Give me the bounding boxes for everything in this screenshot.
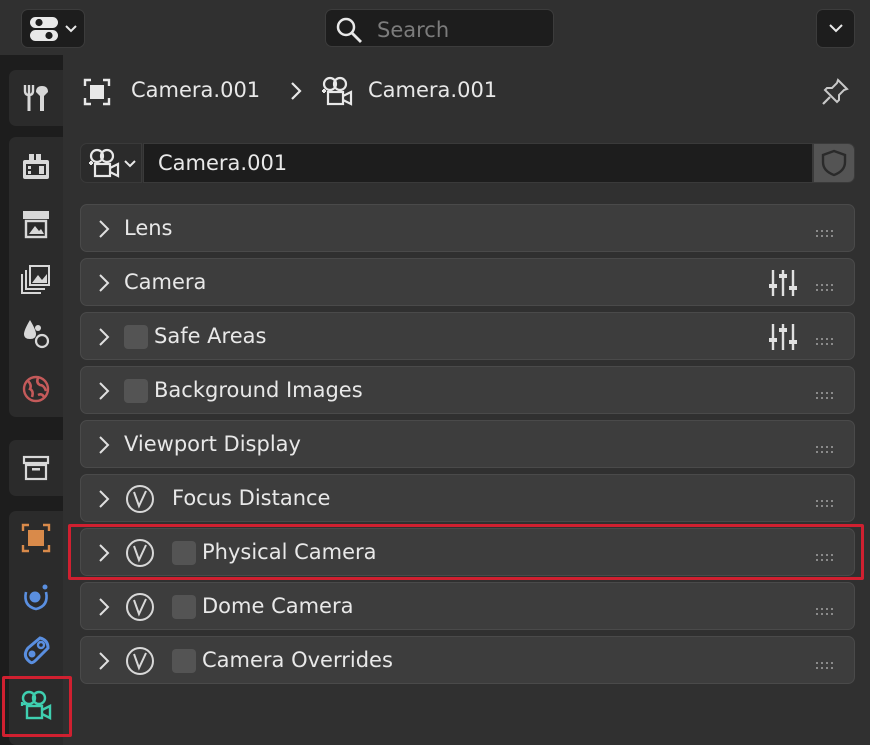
panel-label: Dome Camera	[202, 594, 354, 618]
tab-output[interactable]	[9, 197, 63, 251]
panel-enable-checkbox[interactable]	[124, 325, 148, 349]
properties-tab-sidebar	[0, 55, 63, 745]
tab-object[interactable]	[9, 511, 63, 565]
panel-focus-distance[interactable]: Focus Distance	[80, 474, 855, 522]
camera-data-icon	[322, 76, 353, 106]
chevron-right-icon	[291, 82, 302, 100]
tab-camera-data[interactable]	[9, 679, 63, 733]
physics-icon	[24, 584, 48, 611]
tab-constraints[interactable]	[9, 623, 63, 677]
breadcrumb-object-name: Camera.001	[131, 78, 261, 102]
pin-icon[interactable]	[820, 77, 850, 107]
tab-group-collection	[9, 440, 63, 496]
scene-icon	[24, 320, 50, 349]
panel-label: Viewport Display	[124, 432, 301, 456]
panel-dome-camera[interactable]: Dome Camera	[80, 582, 855, 630]
object-icon	[83, 78, 111, 106]
tab-tool[interactable]	[9, 71, 63, 125]
drag-handle-icon[interactable]	[815, 337, 837, 347]
drag-handle-icon[interactable]	[815, 391, 837, 401]
tab-group-scene	[9, 137, 63, 417]
panel-physical-camera[interactable]: Physical Camera	[80, 528, 855, 576]
object-icon	[21, 523, 51, 553]
panel-enable-checkbox[interactable]	[172, 541, 196, 565]
chevron-right-icon	[99, 544, 110, 562]
camera-data-icon	[20, 690, 52, 720]
panel-lens[interactable]: Lens	[80, 204, 855, 252]
presets-icon[interactable]	[768, 268, 798, 298]
tab-group-object	[9, 511, 63, 745]
chevron-down-icon	[65, 24, 77, 32]
world-icon	[22, 375, 50, 403]
fake-user-toggle[interactable]	[813, 143, 855, 183]
header-bar: Search	[0, 0, 870, 55]
tab-scene[interactable]	[9, 307, 63, 361]
shield-icon	[821, 149, 847, 177]
drag-handle-icon[interactable]	[815, 607, 837, 617]
render-icon	[23, 154, 49, 179]
panel-enable-checkbox[interactable]	[172, 595, 196, 619]
tab-collection[interactable]	[9, 441, 63, 495]
chevron-right-icon	[99, 220, 110, 238]
search-input[interactable]: Search	[325, 9, 554, 47]
panel-label: Safe Areas	[154, 324, 267, 348]
panel-viewport-display[interactable]: Viewport Display	[80, 420, 855, 468]
panel-label: Camera Overrides	[202, 648, 393, 672]
panel-label: Physical Camera	[202, 540, 377, 564]
tab-world[interactable]	[9, 362, 63, 416]
drag-handle-icon[interactable]	[815, 229, 837, 239]
chevron-right-icon	[99, 382, 110, 400]
datablock-type-dropdown[interactable]	[80, 143, 142, 183]
breadcrumb-data-name: Camera.001	[368, 78, 498, 102]
tab-group-tool	[9, 70, 63, 126]
panel-label: Background Images	[154, 378, 363, 402]
animate-property-icon[interactable]	[124, 591, 156, 623]
tab-view-layer[interactable]	[9, 252, 63, 306]
panel-enable-checkbox[interactable]	[172, 649, 196, 673]
animate-property-icon[interactable]	[124, 483, 156, 515]
camera-data-icon	[89, 148, 120, 178]
chevron-right-icon	[99, 436, 110, 454]
tab-physics[interactable]	[9, 569, 63, 623]
tool-icon	[23, 85, 48, 111]
panel-enable-checkbox[interactable]	[124, 379, 148, 403]
panel-camera-overrides[interactable]: Camera Overrides	[80, 636, 855, 684]
search-placeholder: Search	[377, 18, 450, 42]
chevron-right-icon	[99, 328, 110, 346]
editor-type-button[interactable]	[21, 9, 85, 48]
panel-safe-areas[interactable]: Safe Areas	[80, 312, 855, 360]
datablock-name-field[interactable]: Camera.001	[143, 143, 813, 183]
chevron-down-icon	[828, 24, 843, 33]
chevron-down-icon	[124, 160, 136, 168]
chevron-right-icon	[99, 598, 110, 616]
panel-label: Focus Distance	[172, 486, 331, 510]
chevron-right-icon	[99, 274, 110, 292]
animate-property-icon[interactable]	[124, 645, 156, 677]
tab-render[interactable]	[9, 140, 63, 194]
output-icon	[23, 211, 49, 239]
chevron-right-icon	[99, 490, 110, 508]
drag-handle-icon[interactable]	[815, 553, 837, 563]
options-dropdown-button[interactable]	[816, 9, 855, 48]
presets-icon[interactable]	[768, 322, 798, 352]
panel-camera[interactable]: Camera	[80, 258, 855, 306]
chevron-right-icon	[99, 652, 110, 670]
collection-icon	[22, 455, 50, 481]
properties-editor-icon	[30, 16, 58, 41]
panel-label: Lens	[124, 216, 173, 240]
drag-handle-icon[interactable]	[815, 445, 837, 455]
view-layer-icon	[21, 265, 50, 294]
animate-property-icon[interactable]	[124, 537, 156, 569]
drag-handle-icon[interactable]	[815, 661, 837, 671]
panel-label: Camera	[124, 270, 207, 294]
drag-handle-icon[interactable]	[815, 499, 837, 509]
constraints-icon	[23, 636, 50, 665]
panel-background-images[interactable]: Background Images	[80, 366, 855, 414]
drag-handle-icon[interactable]	[815, 283, 837, 293]
search-icon	[336, 17, 362, 43]
